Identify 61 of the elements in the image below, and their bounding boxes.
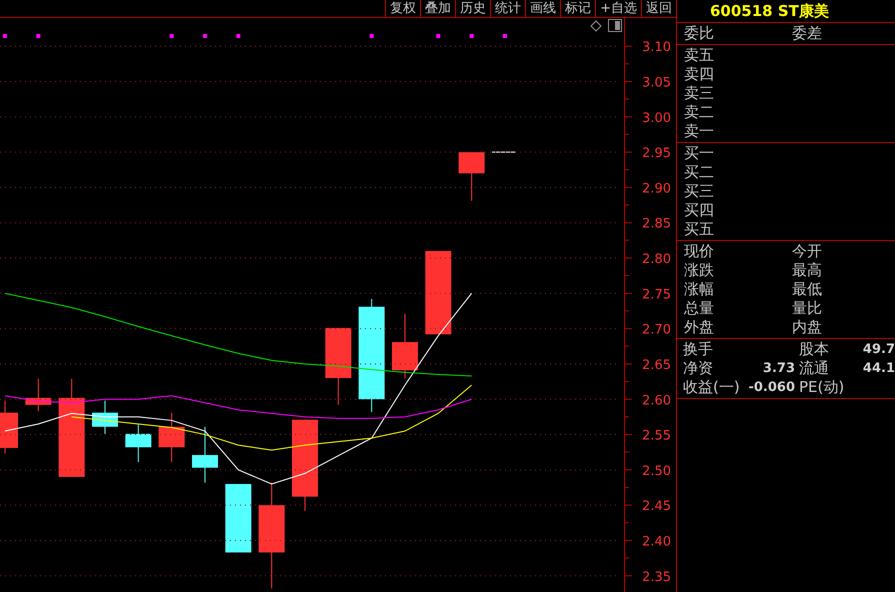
field-value: 49.7 xyxy=(862,341,895,359)
ask-level-label: 卖三 xyxy=(683,84,715,103)
candlestick xyxy=(0,400,18,454)
price-label: 2.60 xyxy=(642,393,671,408)
bid-level-label: 买二 xyxy=(683,163,715,182)
bid-level-label: 买三 xyxy=(683,182,715,201)
field-label: 收益(一) xyxy=(683,378,740,397)
field-value: -0.060 xyxy=(748,379,796,397)
field-label: 量比 xyxy=(792,299,823,318)
ask-level-label: 卖二 xyxy=(683,103,715,122)
field-label: PE(动) xyxy=(799,378,844,397)
field-label: 今开 xyxy=(792,242,823,261)
candlestick xyxy=(25,378,52,412)
price-label: 2.85 xyxy=(642,216,671,232)
field-label: 涨跌 xyxy=(684,261,715,280)
price-label: 2.70 xyxy=(642,322,671,338)
bid-level-label: 买一 xyxy=(683,144,715,163)
ask-level-label: 卖四 xyxy=(683,65,715,84)
price-label: 2.90 xyxy=(642,181,671,196)
field-label: 委差 xyxy=(792,24,823,43)
stock-title: 600518 ST康美 xyxy=(677,0,895,23)
field-label: 净资 xyxy=(683,359,713,378)
field-label: 涨幅 xyxy=(684,280,715,299)
price-label: 3.10 xyxy=(642,40,671,56)
field-label: 委比 xyxy=(684,24,715,43)
field-value: 44.1 xyxy=(862,360,895,378)
field-label: 最低 xyxy=(792,280,823,299)
candlestick xyxy=(158,412,185,463)
ask-level-label: 卖一 xyxy=(683,122,715,141)
field-label: 现价 xyxy=(684,242,715,261)
price-label: 2.55 xyxy=(642,428,671,444)
field-value: 3.73 xyxy=(762,360,796,378)
ask-level-label: 卖五 xyxy=(683,46,715,65)
candlestick xyxy=(92,400,118,434)
candlestick xyxy=(125,424,152,463)
field-label: 总量 xyxy=(684,299,715,318)
bid-level-label: 买五 xyxy=(683,220,715,239)
bid-level-label: 买四 xyxy=(683,201,715,220)
diamond-icon[interactable] xyxy=(590,20,602,32)
price-label: 2.65 xyxy=(642,358,671,373)
price-label: 2.75 xyxy=(642,287,671,302)
candlestick xyxy=(225,483,252,553)
field-label: 最高 xyxy=(792,261,823,280)
price-label: 2.50 xyxy=(642,464,671,479)
field-label: 外盘 xyxy=(684,318,715,337)
candlestick xyxy=(192,426,218,484)
price-line xyxy=(492,152,516,153)
price-label: 3.00 xyxy=(642,110,671,126)
field-label: 内盘 xyxy=(792,318,823,337)
price-label: 2.35 xyxy=(642,570,671,585)
field-label: 股本 xyxy=(799,340,829,359)
price-label: 2.80 xyxy=(642,252,671,268)
field-label: 流通 xyxy=(799,359,829,378)
panel-toggle-icon[interactable] xyxy=(608,19,622,32)
price-label: 2.95 xyxy=(642,146,671,162)
price-label: 2.40 xyxy=(642,534,671,550)
candlestick xyxy=(392,313,418,379)
candlestick xyxy=(458,152,485,202)
field-label: 换手 xyxy=(683,340,713,359)
price-label: 2.45 xyxy=(642,499,671,514)
price-label: 3.05 xyxy=(642,76,671,91)
